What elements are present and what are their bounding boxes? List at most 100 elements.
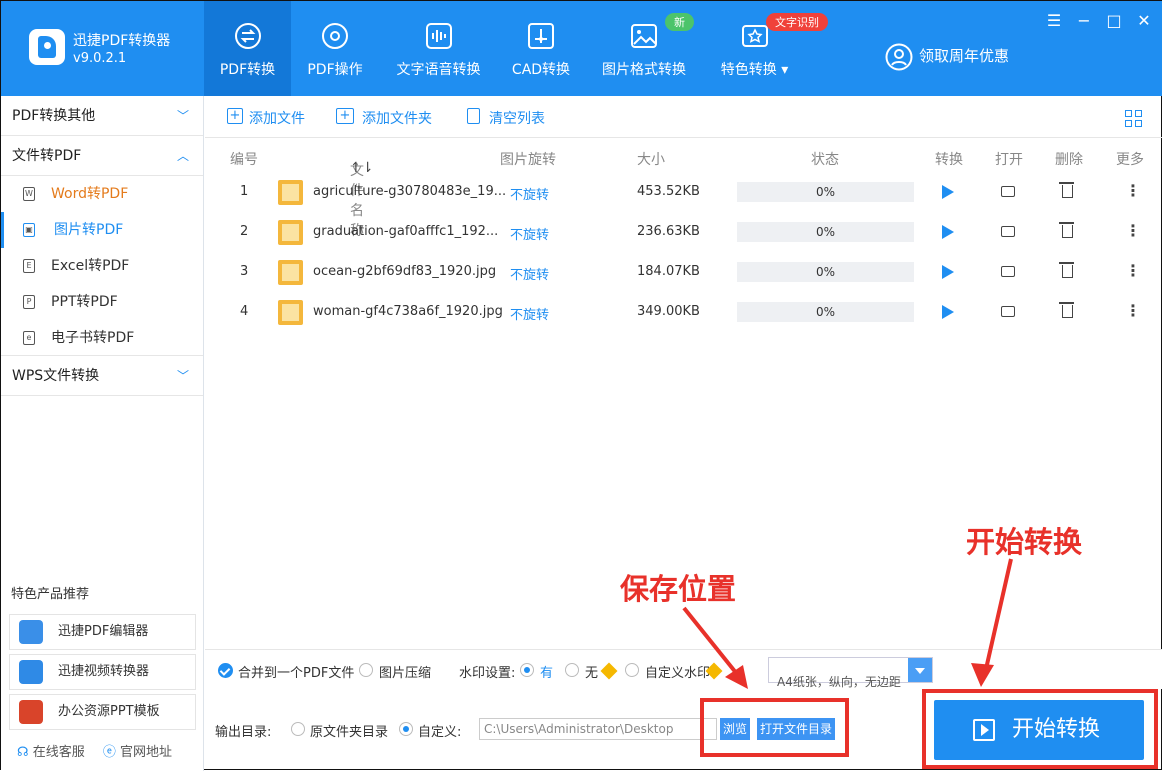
sidebar-item-excel-to-pdf[interactable]: E Excel转PDF xyxy=(1,248,203,284)
folder-open-icon[interactable] xyxy=(1001,306,1015,317)
col-more: 更多 xyxy=(1116,152,1144,168)
table-row[interactable]: 2 graduation-gaf0afffc1_192... 不旋转 236.6… xyxy=(205,212,1162,252)
video-converter-icon xyxy=(19,660,43,684)
nav-pdf-operation[interactable]: PDF操作 xyxy=(293,1,377,96)
headset-icon: ☊ xyxy=(17,745,29,760)
table-header: 编号 文件名称 ↿⇂ 图片旋转 大小 状态 转换 打开 删除 更多 xyxy=(205,138,1162,239)
trash-icon[interactable] xyxy=(1059,182,1074,198)
progress-bar: 0% xyxy=(737,222,914,242)
merge-checkbox[interactable] xyxy=(218,663,233,678)
top-bar: 迅捷PDF转换器 v9.0.2.1 PDF转换 PDF操作 文字语音转换 CAD… xyxy=(1,1,1162,96)
file-size: 184.07KB xyxy=(637,264,700,279)
watermark-yes-radio[interactable] xyxy=(520,663,534,677)
col-convert: 转换 xyxy=(935,152,963,168)
maximize-icon[interactable]: □ xyxy=(1103,11,1125,30)
trash-icon[interactable] xyxy=(1059,222,1074,238)
ocr-badge: 文字识别 xyxy=(766,13,828,31)
rotate-select[interactable]: 不旋转 xyxy=(510,304,549,323)
website-link[interactable]: ⓔ 官网地址 xyxy=(103,745,172,760)
minimize-icon[interactable]: − xyxy=(1073,11,1095,30)
output-path-input[interactable]: C:\Users\Administrator\Desktop xyxy=(479,718,717,740)
rotate-select[interactable]: 不旋转 xyxy=(510,224,549,243)
more-icon[interactable]: ⋮ xyxy=(1125,261,1141,280)
col-status: 状态 xyxy=(811,152,839,168)
chevron-up-icon: ︿ xyxy=(176,149,189,163)
watermark-no-radio[interactable] xyxy=(565,663,579,677)
col-open: 打开 xyxy=(995,152,1023,168)
sidebar-section-pdf-other[interactable]: PDF转换其他 ﹀ xyxy=(1,96,203,136)
menu-icon[interactable]: ☰ xyxy=(1043,11,1065,30)
file-name: agriculture-g30780483e_19... xyxy=(313,184,507,199)
folder-open-icon[interactable] xyxy=(1001,186,1015,197)
online-service-link[interactable]: ☊ 在线客服 xyxy=(17,745,85,760)
sidebar-section-file-to-pdf[interactable]: 文件转PDF ︿ xyxy=(1,136,203,176)
play-icon[interactable] xyxy=(942,185,954,199)
product-pdf-editor[interactable]: 迅捷PDF编辑器 xyxy=(9,614,196,650)
image-thumbnail-icon xyxy=(278,260,303,285)
product-video-converter[interactable]: 迅捷视频转换器 xyxy=(9,654,196,690)
nav-cad-convert[interactable]: CAD转换 xyxy=(503,1,579,96)
play-icon[interactable] xyxy=(942,265,954,279)
source-dir-radio[interactable] xyxy=(291,722,305,736)
play-icon[interactable] xyxy=(942,305,954,319)
app-version: v9.0.2.1 xyxy=(73,51,127,66)
excel-doc-icon: E xyxy=(23,259,35,273)
table-row[interactable]: 4 woman-gf4c738a6f_1920.jpg 不旋转 349.00KB… xyxy=(205,292,1162,332)
sidebar-item-ebook-to-pdf[interactable]: e 电子书转PDF xyxy=(1,320,203,356)
add-folder-button[interactable]: + 添加文件夹 xyxy=(336,108,432,128)
trash-icon[interactable] xyxy=(1059,302,1074,318)
image-icon xyxy=(631,24,657,48)
nav-text-speech[interactable]: 文字语音转换 xyxy=(391,1,486,96)
clear-list-button[interactable]: 清空列表 xyxy=(467,108,545,128)
save-location-highlight xyxy=(700,698,849,757)
play-icon[interactable] xyxy=(942,225,954,239)
rotate-select[interactable]: 不旋转 xyxy=(510,184,549,203)
promo-link[interactable]: 领取周年优惠 xyxy=(885,43,1009,71)
folder-open-icon[interactable] xyxy=(1001,266,1015,277)
custom-dir-radio[interactable] xyxy=(399,722,413,736)
col-no: 编号 xyxy=(230,152,258,168)
file-size: 453.52KB xyxy=(637,184,700,199)
ppt-template-icon xyxy=(19,700,43,724)
page-setting-select[interactable]: A4纸张，纵向，无边距 xyxy=(768,657,933,689)
file-size: 349.00KB xyxy=(637,304,700,319)
gear-doc-icon xyxy=(322,23,348,49)
sidebar-item-ppt-to-pdf[interactable]: P PPT转PDF xyxy=(1,284,203,320)
pdf-editor-icon xyxy=(19,620,43,644)
trash-icon[interactable] xyxy=(1059,262,1074,278)
sidebar-section-wps[interactable]: WPS文件转换 ﹀ xyxy=(1,356,203,396)
file-name: graduation-gaf0afffc1_192... xyxy=(313,224,499,239)
folder-open-icon[interactable] xyxy=(1001,226,1015,237)
image-thumbnail-icon xyxy=(278,220,303,245)
cad-icon xyxy=(528,23,554,49)
progress-bar: 0% xyxy=(737,182,914,202)
table-row[interactable]: 1 agriculture-g30780483e_19... 不旋转 453.5… xyxy=(205,172,1162,212)
more-icon[interactable]: ⋮ xyxy=(1125,181,1141,200)
image-doc-icon: ▣ xyxy=(23,223,35,237)
new-badge: 新 xyxy=(665,13,694,31)
sidebar-item-word-to-pdf[interactable]: W Word转PDF xyxy=(1,176,203,212)
image-thumbnail-icon xyxy=(278,300,303,325)
nav-pdf-convert[interactable]: PDF转换 xyxy=(204,1,291,96)
file-name: ocean-g2bf69df83_1920.jpg xyxy=(313,264,497,279)
more-icon[interactable]: ⋮ xyxy=(1125,301,1141,320)
chevron-down-icon: ﹀ xyxy=(176,109,189,123)
sidebar-item-image-to-pdf[interactable]: ▣ 图片转PDF xyxy=(1,212,203,248)
close-icon[interactable]: ✕ xyxy=(1133,11,1155,30)
grid-view-icon[interactable] xyxy=(1125,110,1143,128)
browser-icon: ⓔ xyxy=(102,745,116,760)
app-name: 迅捷PDF转换器 xyxy=(73,33,171,49)
product-ppt-templates[interactable]: 办公资源PPT模板 xyxy=(9,694,196,730)
rotate-select[interactable]: 不旋转 xyxy=(510,264,549,283)
output-label: 输出目录: xyxy=(215,725,272,740)
add-file-button[interactable]: + 添加文件 xyxy=(227,108,305,128)
col-rotate: 图片旋转 xyxy=(500,152,556,168)
more-icon[interactable]: ⋮ xyxy=(1125,221,1141,240)
sidebar-footer: ☊ 在线客服 ⓔ 官网地址 xyxy=(17,741,172,760)
watermark-custom-radio[interactable] xyxy=(625,663,639,677)
chevron-down-icon[interactable] xyxy=(908,658,932,682)
table-row[interactable]: 3 ocean-g2bf69df83_1920.jpg 不旋转 184.07KB… xyxy=(205,252,1162,292)
word-doc-icon: W xyxy=(23,187,35,201)
pdf-convert-icon xyxy=(234,23,261,49)
compress-checkbox[interactable] xyxy=(359,663,373,677)
